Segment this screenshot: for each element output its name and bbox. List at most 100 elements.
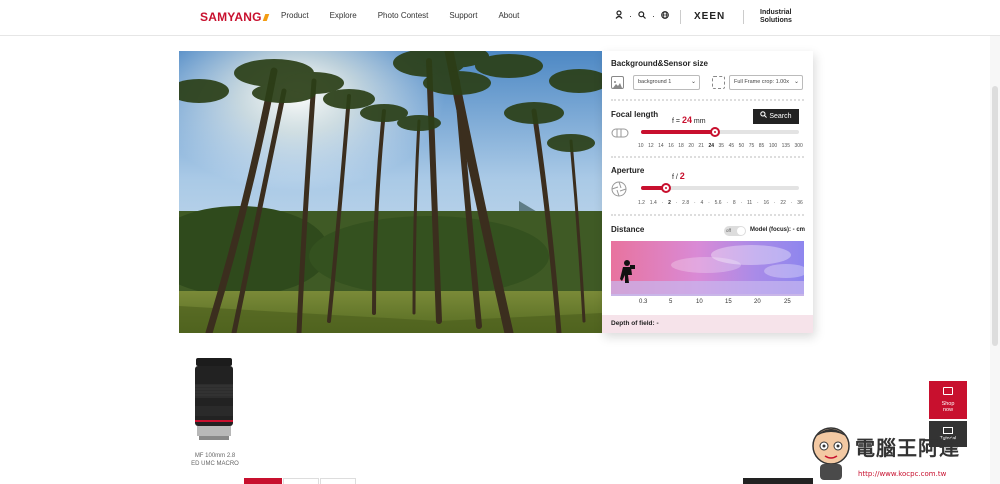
samyang-logo[interactable]: SAMYANG bbox=[200, 10, 269, 24]
aperture-tick[interactable]: · bbox=[757, 200, 759, 206]
user-icon[interactable] bbox=[615, 10, 623, 21]
aperture-slider-handle[interactable] bbox=[661, 183, 671, 193]
bottom-tab[interactable] bbox=[320, 478, 356, 484]
lens-product-image[interactable] bbox=[190, 356, 238, 446]
focus-toggle[interactable]: off bbox=[724, 226, 746, 236]
lens-caption[interactable]: MF 100mm 2.8 ED UMC MACRO bbox=[180, 452, 250, 468]
aperture-tick[interactable]: 1.2 bbox=[638, 200, 645, 206]
header-icons: · · bbox=[615, 10, 675, 21]
nav-photo-contest[interactable]: Photo Contest bbox=[378, 11, 429, 20]
dot-separator: · bbox=[652, 10, 655, 21]
focal-value: 24 bbox=[681, 115, 692, 125]
globe-icon[interactable] bbox=[661, 10, 669, 21]
search-label: Search bbox=[769, 113, 792, 120]
focal-tick[interactable]: 12 bbox=[648, 143, 654, 149]
aperture-tick[interactable]: · bbox=[708, 200, 710, 206]
distance-tick: 15 bbox=[725, 299, 732, 305]
dot-separator: · bbox=[629, 10, 632, 21]
header-divider bbox=[743, 10, 744, 24]
bottom-tab-active[interactable] bbox=[244, 478, 282, 484]
aperture-value: 2 bbox=[679, 171, 685, 181]
watermark-text: 電腦王阿達 bbox=[855, 436, 960, 460]
aperture-tick[interactable]: · bbox=[662, 200, 664, 206]
image-icon bbox=[611, 76, 624, 89]
focal-tick[interactable]: 50 bbox=[739, 143, 745, 149]
shop-label-line2: now bbox=[942, 407, 954, 413]
focal-tick[interactable]: 24 bbox=[708, 143, 714, 149]
header-divider bbox=[680, 10, 681, 24]
watermark-url: http://www.kocpc.com.tw bbox=[858, 470, 947, 478]
distance-visual[interactable] bbox=[611, 241, 804, 294]
lens-icon bbox=[611, 126, 629, 144]
aperture-tick[interactable]: 16 bbox=[763, 200, 769, 206]
aperture-tick[interactable]: 22 bbox=[780, 200, 786, 206]
aperture-tick[interactable]: · bbox=[726, 200, 728, 206]
focal-tick[interactable]: 85 bbox=[759, 143, 765, 149]
background-select-value: background 1 bbox=[638, 79, 672, 85]
distance-title: Distance bbox=[611, 225, 645, 234]
scrollbar-thumb[interactable] bbox=[992, 86, 998, 346]
bottom-tab[interactable] bbox=[283, 478, 319, 484]
watermark-mascot bbox=[806, 424, 856, 484]
sensor-icon bbox=[712, 76, 725, 89]
focal-tick[interactable]: 300 bbox=[795, 143, 803, 149]
distance-tick: 20 bbox=[754, 299, 761, 305]
focal-tick[interactable]: 16 bbox=[668, 143, 674, 149]
aperture-readout: f / 2 bbox=[672, 171, 685, 181]
aperture-scale: 1.2 1.4 · 2 · 2.8 · 4 · 5.6 · 8 · 11 · 16 · 22 · 36 bbox=[638, 200, 803, 206]
focal-tick[interactable]: 21 bbox=[698, 143, 704, 149]
focal-tick[interactable]: 20 bbox=[688, 143, 694, 149]
aperture-tick[interactable]: · bbox=[791, 200, 793, 206]
sensor-select-value: Full Frame crop: 1.00x bbox=[734, 79, 790, 85]
divider bbox=[611, 214, 804, 216]
aperture-tick[interactable]: 5.6 bbox=[715, 200, 722, 206]
aperture-tick[interactable]: · bbox=[740, 200, 742, 206]
divider bbox=[611, 99, 804, 101]
background-sensor-title: Background&Sensor size bbox=[611, 59, 708, 68]
distance-tick: 10 bbox=[696, 299, 703, 305]
focal-tick[interactable]: 135 bbox=[782, 143, 790, 149]
logo-mark bbox=[262, 14, 269, 21]
aperture-tick[interactable]: 8 bbox=[733, 200, 736, 206]
focal-tick[interactable]: 100 bbox=[769, 143, 777, 149]
search-button[interactable]: Search bbox=[753, 109, 799, 124]
aperture-tick[interactable]: · bbox=[676, 200, 678, 206]
aperture-tick[interactable]: · bbox=[774, 200, 776, 206]
site-header: SAMYANG Product Explore Photo Contest Su… bbox=[0, 0, 1000, 36]
focal-readout: f = 24 mm bbox=[672, 115, 706, 125]
sensor-select[interactable]: Full Frame crop: 1.00x ⌄ bbox=[729, 75, 803, 90]
nav-about[interactable]: About bbox=[498, 11, 519, 20]
aperture-tick[interactable]: · bbox=[694, 200, 696, 206]
focal-tick[interactable]: 14 bbox=[658, 143, 664, 149]
industrial-solutions-link[interactable]: Industrial Solutions bbox=[760, 9, 792, 25]
shop-bag-icon bbox=[943, 387, 953, 395]
xeen-logo[interactable]: XEEN bbox=[694, 11, 725, 22]
nav-product[interactable]: Product bbox=[281, 11, 309, 20]
search-icon[interactable] bbox=[638, 10, 646, 21]
aperture-tick[interactable]: 36 bbox=[797, 200, 803, 206]
aperture-tick[interactable]: 1.4 bbox=[650, 200, 657, 206]
aperture-tick[interactable]: 11 bbox=[747, 200, 752, 206]
focal-tick[interactable]: 35 bbox=[719, 143, 725, 149]
focal-tick[interactable]: 10 bbox=[638, 143, 644, 149]
chevron-down-icon: ⌄ bbox=[690, 79, 696, 85]
aperture-title: Aperture bbox=[611, 166, 645, 175]
aperture-tick[interactable]: 2.8 bbox=[682, 200, 689, 206]
focal-tick[interactable]: 75 bbox=[749, 143, 755, 149]
focal-tick[interactable]: 18 bbox=[678, 143, 684, 149]
distance-tick: 25 bbox=[784, 299, 791, 305]
background-select[interactable]: background 1 ⌄ bbox=[633, 75, 700, 90]
photographer-icon bbox=[620, 260, 635, 283]
nav-explore[interactable]: Explore bbox=[330, 11, 357, 20]
focal-tick[interactable]: 45 bbox=[729, 143, 735, 149]
focal-slider-handle[interactable] bbox=[710, 127, 720, 137]
industrial-line2: Solutions bbox=[760, 17, 792, 24]
chevron-down-icon: ⌄ bbox=[793, 79, 799, 85]
aperture-tick[interactable]: 2 bbox=[668, 200, 671, 206]
focal-unit: mm bbox=[693, 118, 706, 125]
nav-support[interactable]: Support bbox=[449, 11, 477, 20]
aperture-tick[interactable]: 4 bbox=[700, 200, 703, 206]
focal-prefix: f = bbox=[672, 118, 680, 125]
industrial-line1: Industrial bbox=[760, 9, 792, 16]
shop-now-button[interactable]: Shop now bbox=[929, 381, 967, 419]
